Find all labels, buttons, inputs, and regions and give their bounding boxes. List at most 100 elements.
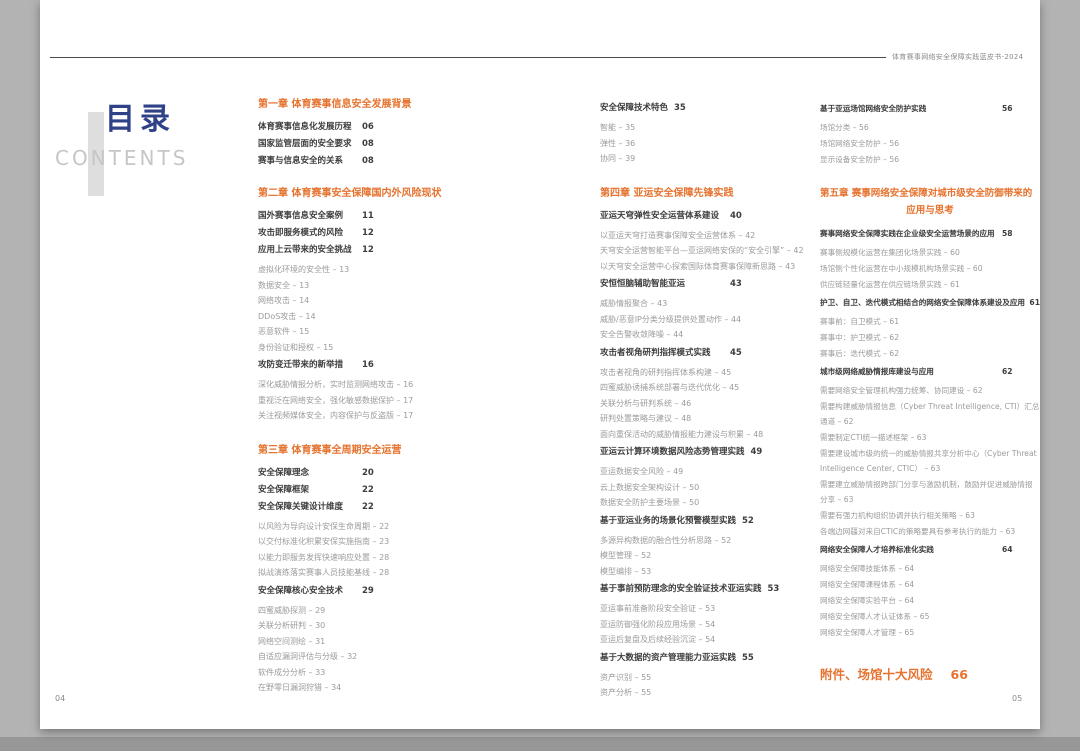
toc-sub-item: 场馆网络安全防护 – 56: [820, 136, 1040, 151]
toc-entry-label: 安全保障框架: [258, 485, 356, 496]
toc-page-number: 62: [1002, 366, 1013, 377]
toc-sub-item: 软件成分分析 – 33: [258, 665, 473, 681]
toc-sub-item: 虚拟化环境的安全性 – 13: [258, 262, 473, 278]
toc-section-item: 安恒恒脑辅助智能亚运43: [600, 279, 818, 290]
toc-sub-item: 四蜜威胁探测 – 29: [258, 603, 473, 619]
toc-page-number: 29: [362, 586, 374, 597]
toc-page-number: 58: [1002, 228, 1013, 239]
toc-sub-item: 场馆侧个性化运营在中小规模机构场景实践 – 60: [820, 261, 1040, 276]
toc-sub-item: 关注视频媒体安全，内容保护与反盗版 – 17: [258, 408, 473, 424]
toc-sub-item: 需要制定CTI统一描述框架 – 63: [820, 430, 1040, 445]
toc-entry-label: 安全保障理念: [258, 468, 356, 479]
toc-sub-item: 需要建设城市级的统一的威胁情报共享分析中心（Cyber Threat Intel…: [820, 446, 1040, 476]
toc-chapter-heading: 第五章 赛事网络安全保障对城市级安全防御带来的应用与思考: [820, 187, 1040, 217]
toc-page-number: 12: [362, 228, 374, 239]
toc-section-item: 亚运天穹弹性安全运营体系建设 40: [600, 211, 818, 222]
toc-chapter-heading: 第三章 体育赛事全周期安全运营: [258, 444, 473, 457]
toc-sub-item: 弹性 – 36: [600, 136, 818, 152]
toc-page-number: 53: [768, 584, 780, 595]
toc-section-item: 攻击者视角研判指挥模式实践45: [600, 348, 818, 359]
toc-sub-item: 多源异构数据的融合性分析思路 – 52: [600, 533, 818, 549]
toc-chapter-heading: 第一章 体育赛事信息安全发展背景: [258, 98, 473, 111]
toc-section-item: 赛事网络安全保障实践在企业级安全运营场景的应用 58: [820, 228, 1040, 239]
toc-entry-label: 国外赛事信息安全案例: [258, 211, 356, 222]
toc-page-number: 06: [362, 122, 374, 133]
toc-entry-label: 基于亚运业务的场景化预警模型实践: [600, 516, 736, 527]
toc-page-number: 66: [951, 667, 968, 682]
toc-sub-item: 关联分析研判 – 30: [258, 618, 473, 634]
toc-page-number: 52: [742, 516, 754, 527]
toc-sub-item: 需要构建威胁情报信息（Cyber Threat Intelligence, CT…: [820, 399, 1040, 429]
header-rule: [50, 57, 886, 58]
toc-sub-item: 网络安全保障课程体系 – 64: [820, 577, 1040, 592]
toc-sub-item: 模型管理 – 52: [600, 548, 818, 564]
toc-sub-item: 深化威胁情报分析，实时监测网络攻击 – 16: [258, 377, 473, 393]
toc-section-item: 基于亚运场馆网络安全防护实践 56: [820, 103, 1040, 114]
toc-entry-label: 基于大数据的资产管理能力亚运实践: [600, 653, 736, 664]
toc-section-item: 攻防变迁带来的新举措16: [258, 360, 473, 371]
toc-chapter-line2: 应用与思考: [820, 204, 1040, 217]
running-head-doc-title: 体育赛事网络安全保障实践蓝皮书-2024: [892, 52, 1023, 62]
toc-sub-item: 以交付标准化积累安保实施指南 – 23: [258, 534, 473, 550]
toc-sub-item: 重视泛在网络安全，强化敏感数据保护 – 17: [258, 393, 473, 409]
toc-sub-item: 模型编排 – 53: [600, 564, 818, 580]
toc-entry-label: 亚运天穹弹性安全运营体系建设: [600, 211, 724, 222]
toc-page-number: 55: [742, 653, 754, 664]
toc-sub-item: 自适应漏洞评估与分级 – 32: [258, 649, 473, 665]
toc-sub-item: 恶意软件 – 15: [258, 324, 473, 340]
toc-page-number: 61: [1029, 297, 1040, 308]
toc-section-item: 基于大数据的资产管理能力亚运实践 55: [600, 653, 818, 664]
toc-entry-label: 赛事网络安全保障实践在企业级安全运营场景的应用: [820, 228, 996, 239]
toc-sub-item: 亚运数据安全风险 – 49: [600, 464, 818, 480]
toc-sub-item: 资产识别 – 55: [600, 670, 818, 686]
toc-entry-label: 赛事与信息安全的关系: [258, 156, 356, 167]
toc-page-number: 40: [730, 211, 742, 222]
toc-section-item: 护卫、自卫、迭代模式相结合的网络安全保障体系建设及应用 61: [820, 297, 1040, 308]
toc-sub-item: 各端边网疆对来自CTIC的策略要具有参考执行的能力 – 63: [820, 524, 1040, 539]
toc-section-item: 城市级网络威胁情报库建设与应用62: [820, 366, 1040, 377]
toc-entry-label: 应用上云带来的安全挑战: [258, 245, 356, 256]
toc-column-2: 安全保障技术特色35智能 – 35弹性 – 36协同 – 39第四章 亚运安全保…: [600, 98, 818, 701]
toc-entry-label: 基于亚运场馆网络安全防护实践: [820, 103, 996, 114]
toc-sub-item: 在野零日漏洞狩猎 – 34: [258, 680, 473, 696]
toc-sub-item: 网络安全保障人才管理 – 65: [820, 625, 1040, 640]
toc-section-item: 基于事前预防理念的安全验证技术亚运实践53: [600, 584, 818, 595]
toc-page-number: 49: [751, 447, 763, 458]
toc-sub-item: 协同 – 39: [600, 151, 818, 167]
toc-entry-label: 附件、场馆十大风险: [820, 664, 933, 683]
toc-entry-label: 攻击即服务模式的风险: [258, 228, 356, 239]
toc-column-3: 基于亚运场馆网络安全防护实践56场馆分类 – 56场馆网络安全防护 – 56显示…: [820, 98, 1040, 683]
toc-title-block: 目录 CONTENTS: [55, 94, 188, 170]
toc-page-number: 56: [1002, 103, 1013, 114]
toc-sub-item: 网络安全保障技能体系 – 64: [820, 561, 1040, 576]
toc-entry-label: 网络安全保障人才培养标准化实践: [820, 544, 996, 555]
toc-sub-item: 资产分析 – 55: [600, 685, 818, 701]
toc-section-item: 安全保障核心安全技术29: [258, 586, 473, 597]
toc-page-number: 22: [362, 485, 374, 496]
toc-section-item: 安全保障理念20: [258, 468, 473, 479]
toc-page-number: 08: [362, 156, 374, 167]
toc-page-number: 11: [362, 211, 374, 222]
toc-chapter-heading: 第二章 体育赛事安全保障国内外风险现状: [258, 187, 473, 200]
toc-sub-item: 面向重保活动的威胁情报能力建设与积累 – 48: [600, 427, 818, 443]
toc-entry-label: 安全保障技术特色: [600, 103, 668, 114]
toc-page-number: 08: [362, 139, 374, 150]
toc-sub-item: 赛事侧规模化运营在集团化场景实践 – 60: [820, 245, 1040, 260]
toc-section-item: 安全保障技术特色35: [600, 103, 818, 114]
toc-entry-label: 亚运云计算环境数据风险态势管理实践: [600, 447, 745, 458]
toc-sub-item: 四蜜威胁诱捕系统部署与迭代优化 – 45: [600, 380, 818, 396]
toc-sub-item: 赛事前：自卫模式 – 61: [820, 314, 1040, 329]
toc-sub-item: 以能力即服务发挥快速响应处置 – 28: [258, 550, 473, 566]
toc-title-zh: 目录: [105, 94, 188, 138]
toc-sub-item: 场馆分类 – 56: [820, 120, 1040, 135]
toc-sub-item: 智能 – 35: [600, 120, 818, 136]
toc-page-number: 64: [1002, 544, 1013, 555]
toc-page-number: 45: [730, 348, 742, 359]
toc-entry-label: 护卫、自卫、迭代模式相结合的网络安全保障体系建设及应用: [820, 297, 1023, 308]
toc-entry-label: 国家监管层面的安全要求: [258, 139, 356, 150]
toc-sub-item: 云上数据安全架构设计 – 50: [600, 480, 818, 496]
toc-page-number: 16: [362, 360, 374, 371]
toc-sub-item: 网络攻击 – 14: [258, 293, 473, 309]
toc-sub-item: 数据安全 – 13: [258, 278, 473, 294]
toc-sub-item: 赛事中：护卫模式 – 62: [820, 330, 1040, 345]
